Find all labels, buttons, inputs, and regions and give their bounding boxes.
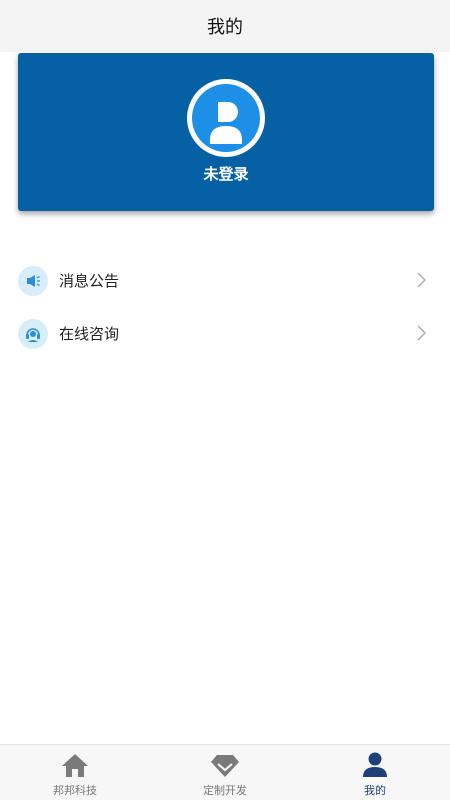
menu-item-online-consult[interactable]: 在线咨询 [0,309,450,357]
megaphone-icon [18,266,48,296]
headset-icon [18,319,48,349]
diamond-icon [210,750,240,780]
home-icon [60,750,90,780]
page-title: 我的 [207,17,243,38]
menu-item-announcements[interactable]: 消息公告 [0,256,450,304]
user-avatar-icon [192,84,260,152]
tab-custom-dev[interactable]: 定制开发 [150,745,300,800]
bottom-tab-bar: 邦邦科技 定制开发 我的 [0,744,450,800]
tab-mine[interactable]: 我的 [300,745,450,800]
login-status[interactable]: 未登录 [18,163,434,184]
chevron-right-icon [413,270,429,294]
tab-label: 邦邦科技 [53,784,97,797]
menu-item-label: 在线咨询 [59,325,120,343]
chevron-right-icon [413,323,429,347]
tab-label: 定制开发 [203,784,247,797]
tab-home[interactable]: 邦邦科技 [0,745,150,800]
avatar[interactable] [187,79,265,157]
menu-item-label: 消息公告 [59,272,120,290]
person-icon [360,750,390,780]
profile-card[interactable]: 未登录 [18,53,434,211]
top-bar: 我的 [0,0,450,52]
tab-label: 我的 [364,784,386,797]
